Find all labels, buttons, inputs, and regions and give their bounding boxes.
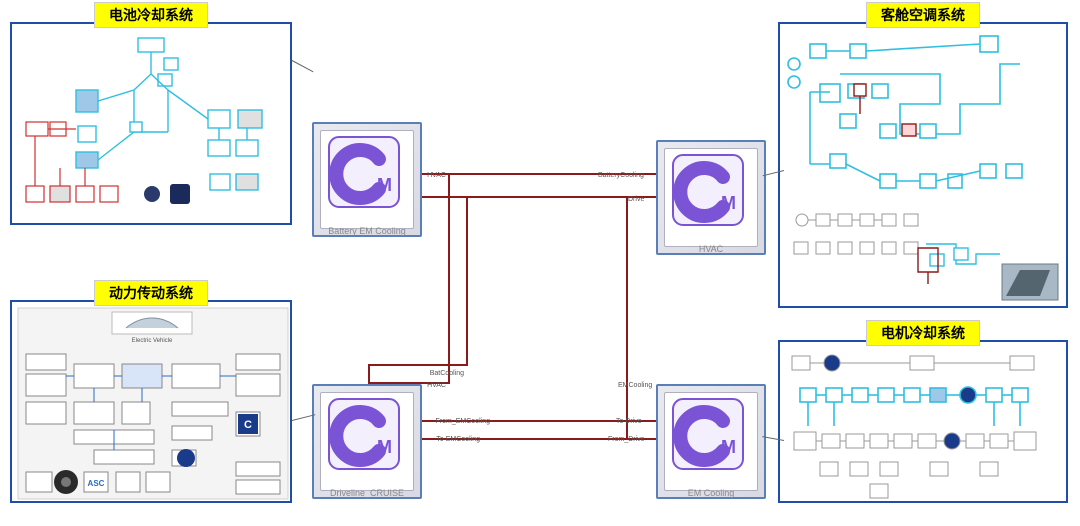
svg-text:ASC: ASC (88, 479, 105, 488)
panel-battery-cooling: 电池冷却系统 (10, 22, 292, 225)
cm-icon: M (669, 151, 747, 229)
port-hvac: HVAC (427, 172, 446, 179)
center-canvas: M Battery EM Cooling HVAC M HVAC Battery… (308, 118, 766, 516)
port-to-emcooling: To EMCooling (436, 436, 480, 443)
svg-text:M: M (377, 437, 392, 457)
port-to-drive: To Drive (616, 418, 642, 425)
svg-text:M: M (721, 193, 736, 213)
cm-label-driveline: Driveline_CRUISE (314, 488, 420, 498)
port-from-emcooling: From_EMCooling (436, 418, 490, 425)
cm-block-hvac[interactable]: M HVAC BatteryCooling Drive (656, 140, 766, 255)
port-batterycooling: BatteryCooling (598, 172, 644, 179)
cm-icon: M (325, 133, 403, 211)
port-batcooling: BatCooling (430, 370, 464, 377)
port-emcooling: EMCooling (618, 382, 652, 389)
cm-block-driveline[interactable]: M Driveline_CRUISE BatCooling HVAC From_… (312, 384, 422, 499)
port-drive: Drive (628, 196, 644, 203)
panel-driveline: 动力传动系统 Electric Vehicle (10, 300, 292, 503)
schematic-battery-cooling (12, 24, 290, 223)
schematic-em-cooling (780, 342, 1066, 501)
svg-text:M: M (721, 437, 736, 457)
cm-icon: M (325, 395, 403, 473)
svg-text:M: M (377, 175, 392, 195)
panel-em-cooling: 电机冷却系统 (778, 340, 1068, 503)
cm-label-em-cooling: EM Cooling (658, 488, 764, 498)
vehicle-label-text: Electric Vehicle (132, 338, 173, 344)
cm-block-em-cooling[interactable]: M EM Cooling EMCooling To Drive From_Dri… (656, 384, 766, 499)
cm-label-hvac: HVAC (658, 244, 764, 254)
svg-text:C: C (244, 419, 252, 431)
cm-label-battery-cooling: Battery EM Cooling (314, 226, 420, 236)
port-from-drive: From_Drive (608, 436, 645, 443)
port-hvac2: HVAC (427, 382, 446, 389)
cm-block-battery-cooling[interactable]: M Battery EM Cooling HVAC (312, 122, 422, 237)
schematic-driveline: Electric Vehicle (12, 302, 290, 501)
panel-hvac-cabin: 客舱空调系统 (778, 22, 1068, 308)
leader-line (292, 60, 314, 72)
schematic-hvac-cabin (780, 24, 1066, 306)
cm-icon: M (669, 395, 747, 473)
